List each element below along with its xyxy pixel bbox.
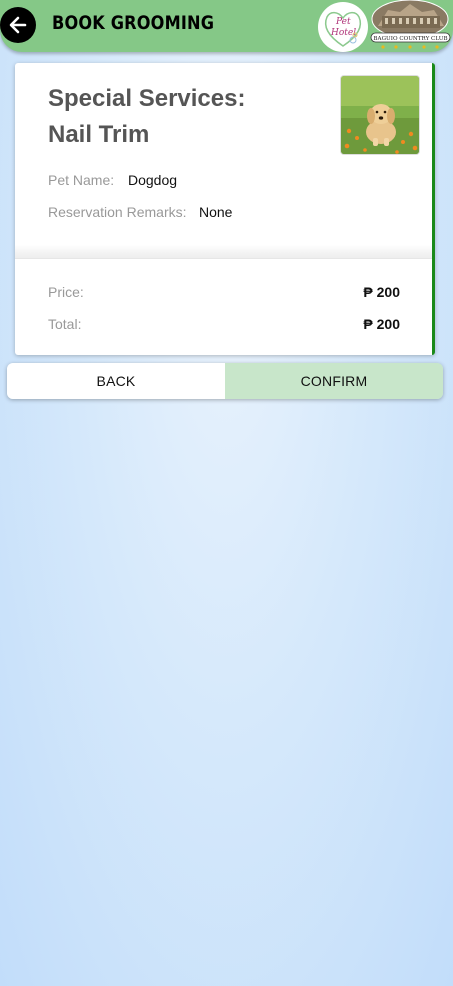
action-bar: BACK CONFIRM — [7, 363, 443, 399]
reservation-remarks-label: Reservation Remarks: — [48, 204, 187, 220]
back-button[interactable] — [0, 7, 36, 43]
price-value: ₱ 200 — [363, 284, 400, 300]
pet-hotel-logo: Pet Hotel — [318, 2, 368, 52]
pet-name-label: Pet Name: — [48, 172, 115, 188]
app-header: BOOK GROOMING Pet Hotel BAGUIO COUNTRY C… — [0, 0, 453, 52]
pet-photo — [340, 75, 420, 155]
service-name: Nail Trim — [48, 121, 150, 148]
price-label: Price: — [48, 284, 84, 300]
svg-text:Pet: Pet — [335, 17, 351, 27]
pet-name-value: Dogdog — [128, 172, 178, 188]
svg-text:BAGUIO COUNTRY CLUB: BAGUIO COUNTRY CLUB — [373, 36, 447, 42]
reservation-remarks-value: None — [199, 204, 233, 220]
service-category-label: Special Services: — [48, 85, 246, 112]
booking-summary-card: Special Services: Nail Trim Pet Name: Do… — [15, 63, 435, 355]
back-action-button[interactable]: BACK — [7, 363, 225, 399]
total-label: Total: — [48, 316, 82, 332]
confirm-button[interactable]: CONFIRM — [225, 363, 443, 399]
svg-text:Hotel: Hotel — [330, 28, 356, 38]
page-title: BOOK GROOMING — [52, 12, 215, 34]
country-club-logo: BAGUIO COUNTRY CLUB — [370, 0, 451, 52]
total-value: ₱ 200 — [363, 316, 400, 332]
arrow-left-icon — [9, 16, 27, 34]
section-divider — [15, 245, 432, 259]
